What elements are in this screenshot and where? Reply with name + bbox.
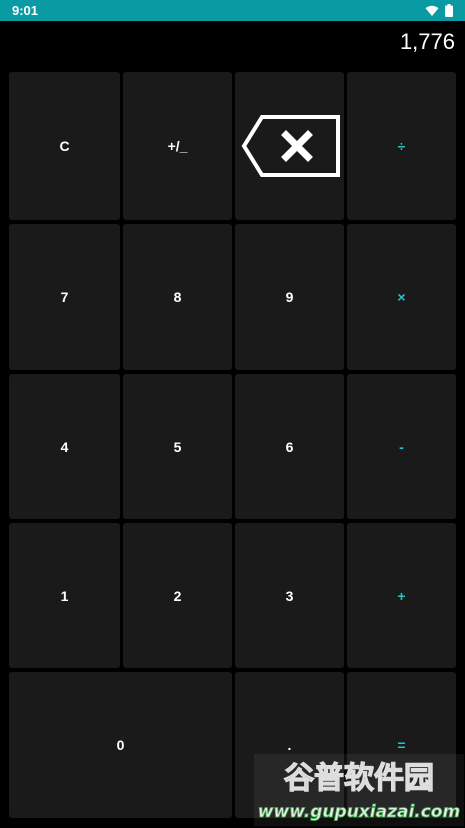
key-1[interactable]: 1 <box>9 523 120 668</box>
minus-button[interactable]: - <box>347 374 456 519</box>
backspace-icon <box>241 115 340 177</box>
decimal-button[interactable]: . <box>235 672 344 818</box>
equals-button[interactable]: = <box>347 672 456 818</box>
key-9[interactable]: 9 <box>235 224 344 370</box>
sign-toggle-button[interactable]: +/_ <box>123 72 232 220</box>
key-2[interactable]: 2 <box>123 523 232 668</box>
key-7[interactable]: 7 <box>9 224 120 370</box>
key-6[interactable]: 6 <box>235 374 344 519</box>
backspace-button[interactable] <box>235 72 344 220</box>
key-3[interactable]: 3 <box>235 523 344 668</box>
keypad: C +/_ ÷ 7 8 9 × 4 5 6 - 1 2 3 + 0 . = <box>0 0 465 828</box>
key-5[interactable]: 5 <box>123 374 232 519</box>
key-0[interactable]: 0 <box>9 672 232 818</box>
clear-button[interactable]: C <box>9 72 120 220</box>
divide-button[interactable]: ÷ <box>347 72 456 220</box>
multiply-button[interactable]: × <box>347 224 456 370</box>
plus-button[interactable]: + <box>347 523 456 668</box>
key-8[interactable]: 8 <box>123 224 232 370</box>
key-4[interactable]: 4 <box>9 374 120 519</box>
